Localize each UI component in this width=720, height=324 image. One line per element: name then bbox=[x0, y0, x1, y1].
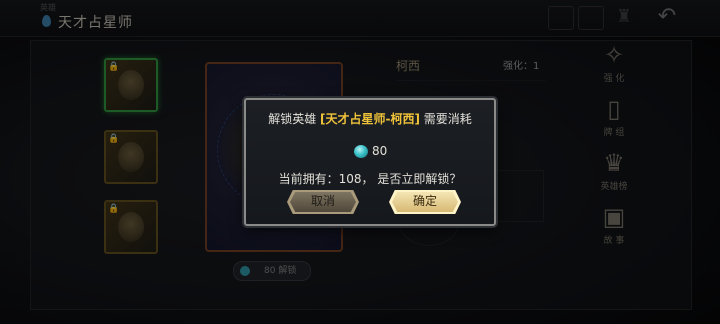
dialog-suffix: 需要消耗 bbox=[419, 112, 472, 126]
dialog-prefix: 解锁英雄 bbox=[268, 112, 321, 126]
gem-icon bbox=[354, 145, 368, 158]
cancel-button[interactable]: 取消 bbox=[290, 192, 356, 212]
confirm-button[interactable]: 确定 bbox=[392, 192, 458, 212]
cost-amount: 80 bbox=[372, 144, 388, 158]
dialog-balance-question: 当前拥有：108， 是否立即解锁？ bbox=[278, 172, 462, 186]
unlock-dialog: 解锁英雄 [天才占星师-柯西] 需要消耗 80 当前拥有：108， 是否立即解锁… bbox=[244, 98, 496, 226]
dialog-hero-name: [天才占星师-柯西] bbox=[320, 112, 420, 126]
dialog-message: 解锁英雄 [天才占星师-柯西] 需要消耗 bbox=[246, 110, 494, 127]
